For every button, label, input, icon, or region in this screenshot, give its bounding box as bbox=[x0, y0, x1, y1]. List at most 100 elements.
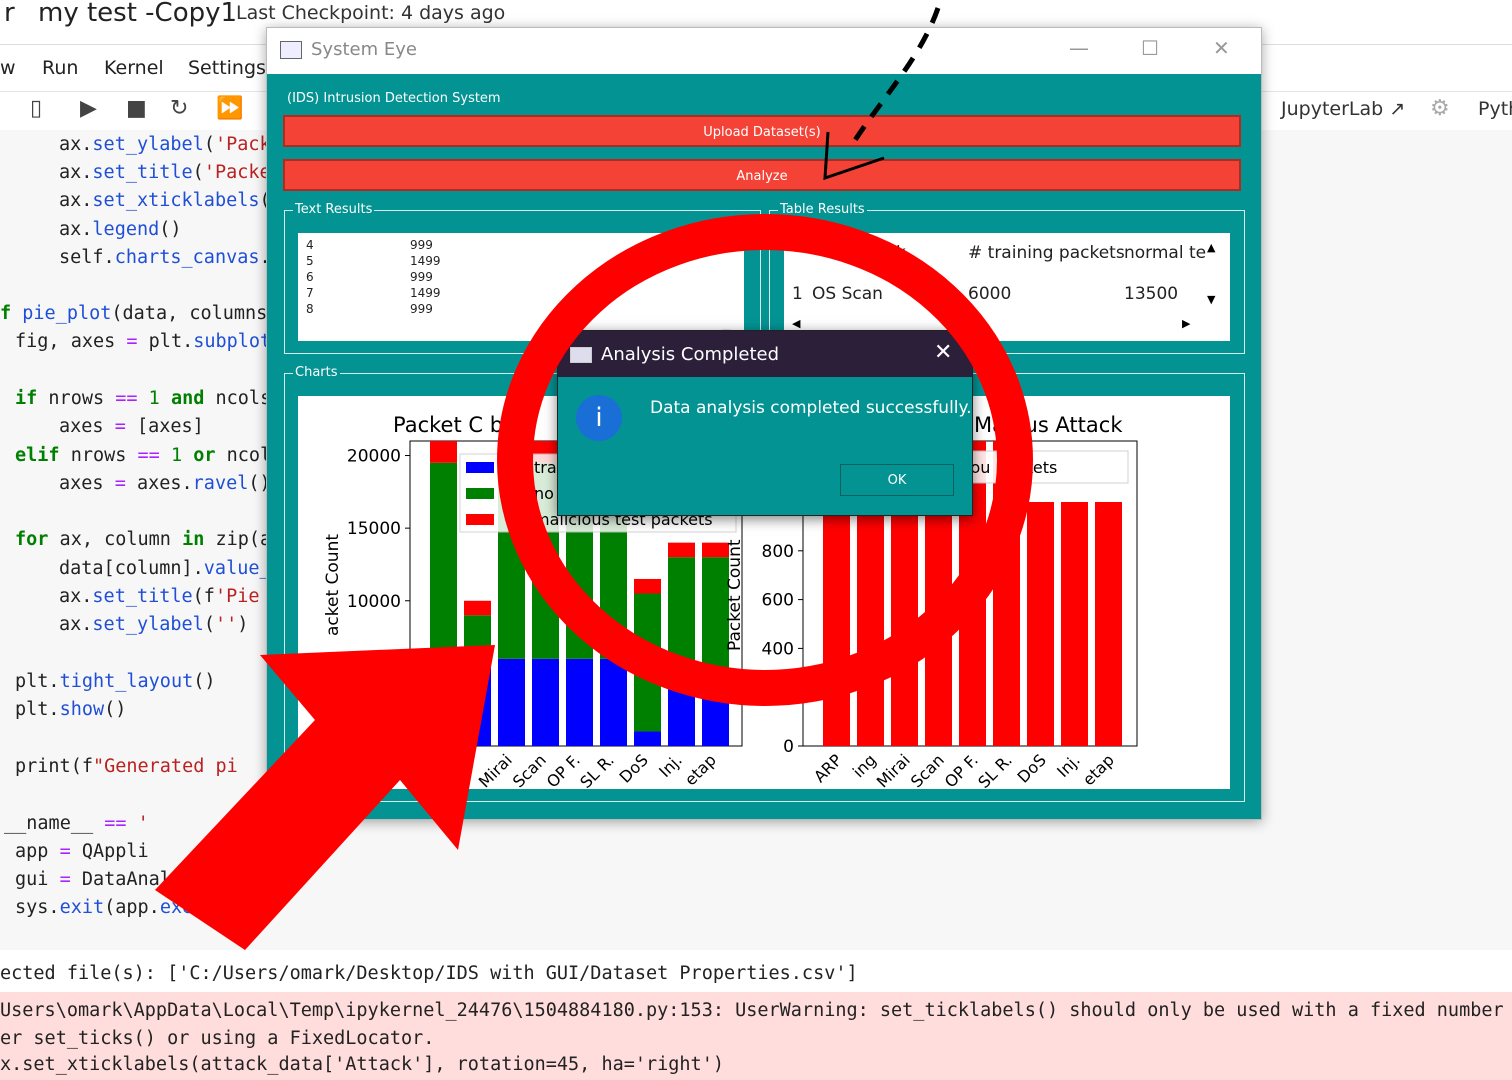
jupyterlab-label: JupyterLab bbox=[1281, 98, 1384, 120]
code-line: ax.set_title(f'Pie bbox=[59, 586, 260, 607]
text-row-index: 6 bbox=[306, 270, 314, 284]
chart1-bar-malicious bbox=[464, 600, 491, 616]
chart1-ytick-label: 20000 bbox=[347, 447, 401, 467]
table-results-panel[interactable]: k # training packets normal te 1 OS Scan… bbox=[784, 233, 1230, 341]
chart1-bar-training bbox=[532, 658, 559, 746]
text-row-value: 999 bbox=[410, 270, 433, 284]
chart1-bar-malicious bbox=[634, 578, 661, 594]
dialog-message: Data analysis completed successfully. bbox=[650, 398, 972, 418]
chart1-bar-training bbox=[702, 687, 729, 746]
chart1-xtick-label: DoS bbox=[616, 750, 652, 786]
jupyterlab-link[interactable]: JupyterLab ↗ bbox=[1281, 98, 1405, 120]
code-line: fig, axes = plt.subplot bbox=[15, 331, 272, 352]
restart-icon[interactable]: ↻ bbox=[170, 96, 188, 121]
scroll-right-icon[interactable]: ▶ bbox=[1182, 317, 1190, 330]
dialog-title: Analysis Completed bbox=[601, 344, 780, 365]
code-line: ax.set_ylabel('Pack bbox=[59, 134, 271, 155]
chart2-legend-label: iou packets bbox=[966, 458, 1057, 477]
chart2-bar bbox=[993, 441, 1020, 746]
menu-item-kernel[interactable]: Kernel bbox=[104, 57, 164, 79]
chart1-ytick-label: 15000 bbox=[347, 519, 401, 539]
chart2-ytick-label: 200 bbox=[762, 688, 794, 708]
code-line: gui = DataAnaly sGUI() bbox=[15, 869, 272, 890]
chart1-ytick-label: 10000 bbox=[347, 592, 401, 612]
text-row-value: 1499 bbox=[410, 286, 441, 300]
fast-forward-icon[interactable]: ⏩ bbox=[216, 96, 243, 121]
app-icon bbox=[280, 41, 302, 59]
code-line: elif nrows == 1 or ncol bbox=[15, 445, 272, 466]
ok-button[interactable]: OK bbox=[840, 464, 954, 496]
code-line: app = QAppli s.argv) bbox=[15, 841, 327, 862]
paste-icon[interactable]: ▯ bbox=[30, 96, 42, 121]
window-title: System Eye bbox=[311, 39, 417, 60]
table-cell[interactable]: 13500 bbox=[1124, 284, 1178, 304]
chart1-xtick-label: etap bbox=[681, 750, 720, 789]
charts-label: Charts bbox=[293, 365, 340, 380]
maximize-icon[interactable]: ☐ bbox=[1141, 36, 1159, 60]
chart1-bar-training bbox=[430, 658, 457, 746]
scroll-left-icon[interactable]: ◀ bbox=[792, 317, 800, 330]
analyze-button[interactable]: Analyze bbox=[283, 159, 1241, 191]
table-header[interactable]: # training packets bbox=[968, 243, 1125, 263]
text-row-value: 999 bbox=[410, 238, 433, 252]
menu-item-settings[interactable]: Settings bbox=[188, 57, 266, 79]
upload-dataset-button[interactable]: Upload Dataset(s) bbox=[283, 115, 1241, 147]
scroll-down-icon[interactable]: ▼ bbox=[1207, 293, 1215, 306]
chart2-bar bbox=[891, 502, 918, 746]
run-icon[interactable]: ▶ bbox=[80, 96, 97, 121]
close-icon[interactable]: ✕ bbox=[1213, 36, 1230, 60]
chart2-ylabel: Packet Count bbox=[725, 539, 745, 651]
text-results-panel[interactable]: 4 999 5 1499 6 999 7 1499 8 999 ▼ bbox=[298, 233, 744, 341]
window-titlebar[interactable]: System Eye — ☐ ✕ bbox=[267, 28, 1261, 74]
chart2-xtick-label: Mirai bbox=[873, 750, 914, 789]
chart1-legend-swatch bbox=[466, 488, 494, 499]
chart2-xtick-label: Scan bbox=[907, 750, 948, 789]
code-line: data[column].value_ bbox=[59, 558, 271, 579]
notebook-name[interactable]: my test -Copy1 bbox=[38, 0, 237, 28]
stop-icon[interactable]: ■ bbox=[126, 96, 147, 121]
table-header[interactable]: normal te bbox=[1124, 243, 1206, 263]
dialog-titlebar[interactable]: Analysis Completed ✕ bbox=[558, 331, 972, 377]
dialog-close-icon[interactable]: ✕ bbox=[934, 340, 952, 365]
info-icon: i bbox=[576, 395, 622, 441]
chart2-bar bbox=[1061, 502, 1088, 746]
chart2-xtick-label: DoS bbox=[1014, 750, 1050, 786]
title-prefix: r bbox=[4, 0, 15, 28]
menu-item-view[interactable]: w bbox=[0, 57, 16, 79]
minimize-icon[interactable]: — bbox=[1069, 36, 1089, 60]
warning-line: x.set_xticklabels(attack_data['Attack'],… bbox=[0, 1054, 724, 1075]
code-line: print(f"Generated pi bbox=[15, 756, 238, 777]
gear-icon[interactable]: ⚙ bbox=[1430, 96, 1450, 121]
table-header[interactable]: k bbox=[896, 243, 906, 263]
chart1-legend-swatch bbox=[466, 462, 494, 473]
code-line: for ax, column in zip(a bbox=[15, 529, 272, 550]
chart2-bar bbox=[1027, 502, 1054, 746]
chart1-bar-malicious bbox=[430, 441, 457, 463]
chart1-bar-normal bbox=[668, 557, 695, 688]
table-results-label: Table Results bbox=[778, 202, 867, 217]
text-row-index: 5 bbox=[306, 254, 314, 268]
code-line: sys.exit(app.exec_()) bbox=[15, 897, 249, 918]
ids-label: (IDS) Intrusion Detection System bbox=[287, 91, 501, 106]
chart1-bar-training bbox=[498, 658, 525, 746]
code-line: ax.legend() bbox=[59, 219, 182, 240]
warning-line: er set_ticks() or using a FixedLocator. bbox=[0, 1028, 435, 1049]
checkpoint-status: Last Checkpoint: 4 days ago bbox=[236, 2, 506, 24]
menu-item-run[interactable]: Run bbox=[42, 57, 78, 79]
kernel-name[interactable]: Pyth bbox=[1478, 98, 1512, 120]
code-line: plt.tight_layout() bbox=[15, 671, 216, 692]
analysis-completed-dialog: Analysis Completed ✕ i Data analysis com… bbox=[557, 330, 973, 516]
chart2-xtick-label: ARP bbox=[810, 750, 846, 786]
scroll-up-icon[interactable]: ▲ bbox=[1207, 241, 1215, 254]
code-line: ax.set_xticklabels( bbox=[59, 190, 271, 211]
output-selected-files: ected file(s): ['C:/Users/omark/Desktop/… bbox=[0, 963, 858, 984]
chart2-xtick-label: OP F. bbox=[941, 750, 982, 789]
chart1-bar-normal bbox=[634, 593, 661, 732]
output-warning: Users\omark\AppData\Local\Temp\ipykernel… bbox=[0, 992, 1512, 1080]
chart2-bar bbox=[857, 502, 884, 746]
text-row-index: 7 bbox=[306, 286, 314, 300]
chart2-xtick-label: SL R. bbox=[974, 750, 1016, 789]
warning-line: Users\omark\AppData\Local\Temp\ipykernel… bbox=[0, 1000, 1504, 1021]
table-cell[interactable]: OS Scan bbox=[812, 284, 883, 304]
table-cell[interactable]: 6000 bbox=[968, 284, 1011, 304]
